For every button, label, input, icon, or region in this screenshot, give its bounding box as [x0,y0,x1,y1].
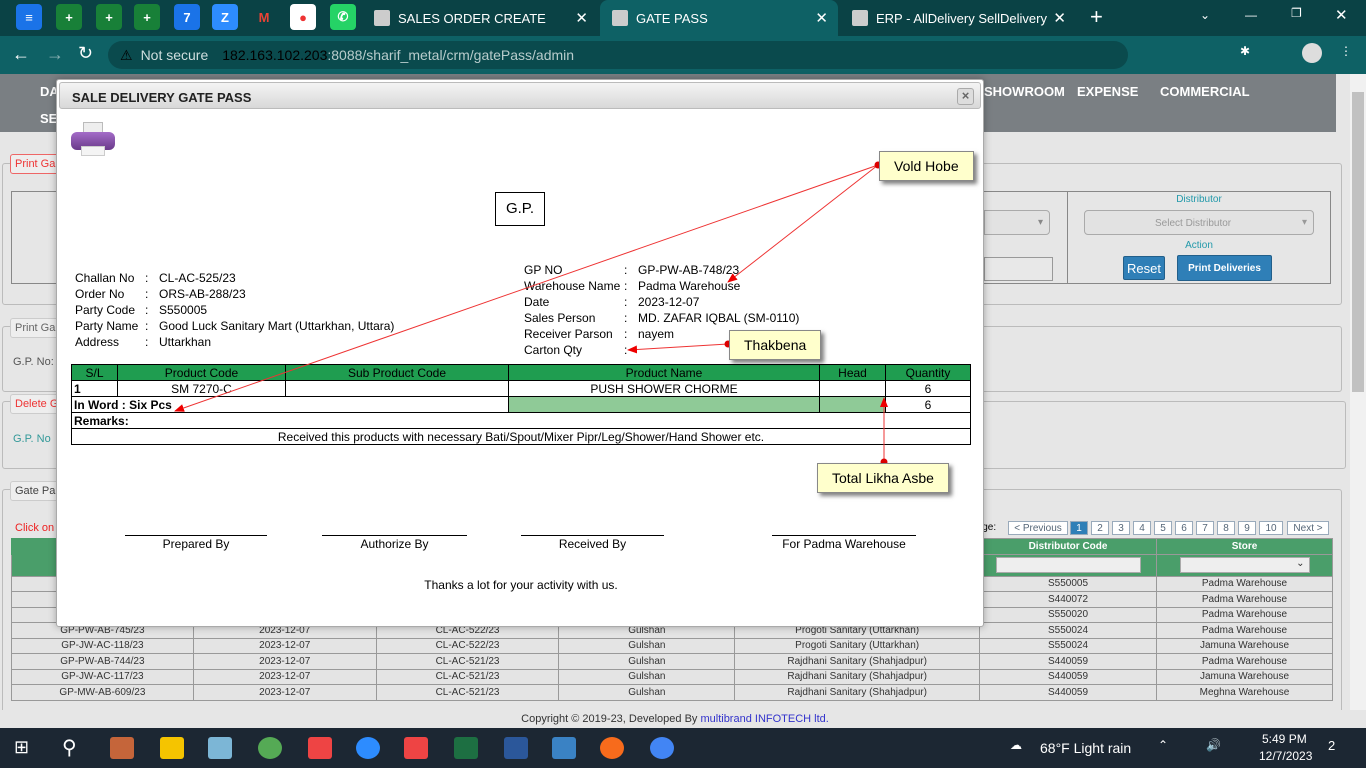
weather-text[interactable]: 68°F Light rain [1040,740,1131,756]
annotation-arrows [174,161,888,466]
sticky-notes-icon[interactable] [160,737,184,759]
search-icon[interactable]: ⚲ [62,735,77,760]
arrow-line [627,343,729,354]
app-icon[interactable] [110,737,134,759]
firefox-icon[interactable] [600,737,624,759]
zoom-icon[interactable] [356,737,380,759]
arrow-line [174,164,879,412]
clock-time[interactable]: 5:49 PM [1262,732,1307,746]
excel-icon[interactable] [454,737,478,759]
visio-icon[interactable] [504,737,528,759]
clock-date[interactable]: 12/7/2023 [1259,749,1312,763]
arrow-line [727,164,879,283]
app-icon[interactable] [208,737,232,759]
annotation-callout: Total Likha Asbe [817,463,949,493]
app-icon[interactable] [308,737,332,759]
annotation-callout: Thakbena [729,330,822,360]
annotation-callout: Vold Hobe [879,151,974,181]
tray-chevron-icon[interactable]: ⌃ [1158,738,1168,752]
windows-start-icon[interactable]: ⊞ [14,737,29,758]
weather-icon: ☁ [1010,738,1022,752]
whatsapp-icon[interactable] [258,737,282,759]
notification-badge[interactable]: 2 [1328,738,1335,753]
app-icon[interactable] [552,737,576,759]
volume-icon[interactable]: 🔊 [1206,738,1221,752]
chrome-icon[interactable] [650,737,674,759]
anydesk-icon[interactable] [404,737,428,759]
windows-taskbar: ⊞ ⚲ ☁ 68°F Light rain ⌃ 🔊 5:49 PM 12/7/2… [0,728,1366,768]
